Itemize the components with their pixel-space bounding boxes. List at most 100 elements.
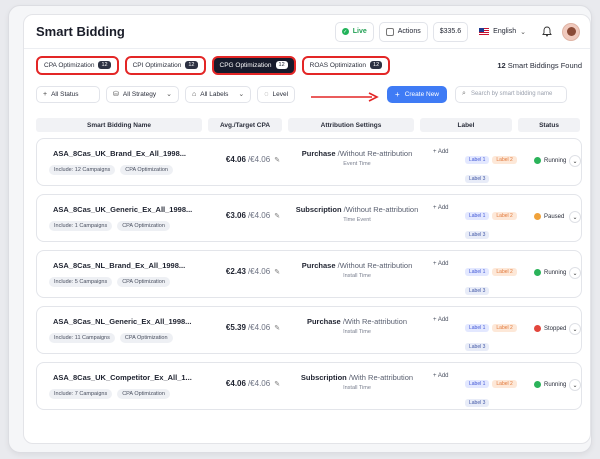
actions-button[interactable]: Actions bbox=[378, 21, 428, 42]
attribution-event: Purchase bbox=[301, 149, 336, 158]
target-cpa: /€4.06 bbox=[247, 155, 271, 164]
status-badge: Running bbox=[534, 157, 566, 164]
tab-label: CPI Optimization bbox=[132, 61, 182, 69]
strategy-chip: CPA Optimization bbox=[117, 277, 170, 287]
table-row[interactable]: ASA_8Cas_NL_Generic_Ex_All_1998... Inclu… bbox=[36, 306, 582, 354]
avatar[interactable] bbox=[562, 22, 580, 41]
label-badge: Label 1 bbox=[465, 212, 490, 220]
labels-filter[interactable]: ⌂ All Labels ⌄ bbox=[185, 85, 252, 103]
add-label-button[interactable]: + Add bbox=[433, 373, 449, 379]
column-header[interactable]: Status bbox=[518, 118, 580, 132]
cpa-cell: €3.06 /€4.06 ✎ bbox=[215, 211, 291, 220]
row-chips: Include: 7 Campaigns CPA Optimization bbox=[49, 389, 175, 399]
label-badge: Label 3 bbox=[465, 287, 490, 295]
search-input[interactable]: ⌕ Search by smart bidding name bbox=[455, 85, 568, 103]
expand-chevron-icon[interactable]: ⌄ bbox=[569, 323, 581, 335]
bidding-name[interactable]: ASA_8Cas_NL_Brand_Ex_All_1998... bbox=[53, 261, 185, 270]
labels-cell: Label 1 Label 2 Label 3 bbox=[465, 148, 525, 186]
actions-icon bbox=[385, 27, 394, 36]
status-label: Running bbox=[544, 269, 567, 276]
tab-cpi-optimization[interactable]: CPI Optimization 12 bbox=[124, 55, 206, 75]
tab-label: CPA Optimization bbox=[44, 61, 95, 69]
live-toggle[interactable]: ✓ Live bbox=[334, 21, 374, 42]
add-label-button[interactable]: + Add bbox=[433, 205, 449, 211]
edit-pencil-icon[interactable]: ✎ bbox=[274, 268, 280, 276]
tab-count-badge: 12 bbox=[98, 61, 111, 69]
cpa-cell: €4.06 /€4.06 ✎ bbox=[215, 155, 291, 164]
bidding-name[interactable]: ASA_8Cas_UK_Competitor_Ex_All_1... bbox=[53, 373, 192, 382]
tab-count-badge: 12 bbox=[275, 61, 288, 69]
status-label: Running bbox=[544, 157, 567, 164]
create-new-button[interactable]: + Create New bbox=[387, 85, 448, 103]
tab-roas-optimization[interactable]: ROAS Optimization 12 bbox=[301, 55, 391, 75]
strategy-chip: CPA Optimization bbox=[119, 333, 173, 343]
avg-cpa: €5.39 bbox=[225, 323, 246, 332]
search-icon: ⌕ bbox=[462, 90, 466, 97]
tab-count-badge: 12 bbox=[370, 61, 383, 69]
status-dot-icon bbox=[534, 157, 541, 164]
language-select[interactable]: English ⌄ bbox=[473, 21, 532, 42]
table-row[interactable]: ASA_8Cas_UK_Generic_Ex_All_1998... Inclu… bbox=[36, 194, 582, 242]
column-header[interactable]: Attribution Settings bbox=[288, 118, 414, 132]
level-icon: ◌ bbox=[264, 90, 269, 98]
status-filter[interactable]: + All Status bbox=[36, 85, 100, 103]
attribution-time: Install Time bbox=[343, 385, 371, 391]
edit-pencil-icon[interactable]: ✎ bbox=[274, 324, 280, 332]
expand-chevron-icon[interactable]: ⌄ bbox=[569, 155, 581, 167]
label-badge: Label 3 bbox=[465, 231, 490, 239]
create-new-label: Create New bbox=[404, 90, 440, 98]
level-filter-label: Level bbox=[272, 90, 289, 98]
expand-chevron-icon[interactable]: ⌄ bbox=[569, 211, 581, 223]
label-badge: Label 2 bbox=[492, 380, 517, 388]
results-count-number: 12 bbox=[497, 60, 506, 70]
status-dot-icon bbox=[534, 325, 541, 332]
labels-cell: Label 1 Label 2 Label 3 bbox=[465, 204, 525, 242]
label-badge: Label 3 bbox=[465, 175, 490, 183]
bidding-name[interactable]: ASA_8Cas_UK_Brand_Ex_All_1998... bbox=[53, 149, 186, 158]
strategy-chip: CPA Optimization bbox=[117, 221, 170, 231]
label-badge: Label 2 bbox=[492, 324, 517, 332]
chevron-down-icon: ⌄ bbox=[238, 91, 245, 98]
avg-cpa: €3.06 bbox=[225, 211, 246, 220]
add-label-button[interactable]: + Add bbox=[433, 317, 449, 323]
add-label-button[interactable]: + Add bbox=[433, 149, 449, 155]
status-label: Stopped bbox=[544, 325, 567, 332]
attribution-time: Install Time bbox=[343, 329, 371, 335]
expand-chevron-icon[interactable]: ⌄ bbox=[569, 267, 581, 279]
column-header[interactable]: Smart Bidding Name bbox=[36, 118, 202, 132]
bidding-name[interactable]: ASA_8Cas_NL_Generic_Ex_All_1998... bbox=[53, 317, 191, 326]
column-header[interactable]: Label bbox=[420, 118, 512, 132]
edit-pencil-icon[interactable]: ✎ bbox=[274, 212, 280, 220]
table-row[interactable]: ASA_8Cas_UK_Brand_Ex_All_1998... Include… bbox=[36, 138, 582, 186]
tab-label: ROAS Optimization bbox=[309, 61, 367, 69]
live-label: Live bbox=[352, 28, 367, 35]
edit-pencil-icon[interactable]: ✎ bbox=[274, 380, 280, 388]
table-row[interactable]: ASA_8Cas_UK_Competitor_Ex_All_1... Inclu… bbox=[36, 362, 582, 410]
language-label: English bbox=[493, 28, 517, 35]
tab-cpg-optimization[interactable]: CPG Optimization 12 bbox=[211, 55, 296, 75]
labels-filter-label: All Labels bbox=[200, 90, 229, 98]
filter-bar: + All Status ⛁ All Strategy ⌄ ⌂ All Labe… bbox=[36, 83, 582, 105]
page-header: Smart Bidding ✓ Live Actions $335.6 Engl… bbox=[24, 15, 590, 49]
add-label-button[interactable]: + Add bbox=[433, 261, 449, 267]
bidding-name[interactable]: ASA_8Cas_UK_Generic_Ex_All_1998... bbox=[53, 205, 192, 214]
bell-icon[interactable] bbox=[540, 25, 554, 39]
expand-chevron-icon[interactable]: ⌄ bbox=[569, 379, 581, 391]
strategy-chip: CPA Optimization bbox=[120, 165, 173, 175]
strategy-filter[interactable]: ⛁ All Strategy ⌄ bbox=[106, 85, 179, 103]
status-label: Paused bbox=[544, 213, 565, 220]
edit-pencil-icon[interactable]: ✎ bbox=[274, 156, 280, 164]
table-row[interactable]: ASA_8Cas_NL_Brand_Ex_All_1998... Include… bbox=[36, 250, 582, 298]
attribution-mode: /Without Re-attribution bbox=[343, 205, 419, 214]
include-chip: Include: 11 Campaigns bbox=[49, 333, 115, 343]
tab-cpa-optimization[interactable]: CPA Optimization 12 bbox=[36, 55, 119, 75]
level-filter[interactable]: ◌ Level bbox=[257, 85, 296, 103]
column-header[interactable]: Avg./Target CPA bbox=[208, 118, 282, 132]
include-chip: Include: 7 Campaigns bbox=[49, 389, 113, 399]
label-badge: Label 3 bbox=[465, 343, 490, 351]
label-badge: Label 3 bbox=[465, 399, 490, 407]
target-cpa: /€4.06 bbox=[247, 379, 271, 388]
row-chips: Include: 1 Campaigns CPA Optimization bbox=[49, 221, 175, 231]
strategy-icon: ⛁ bbox=[113, 91, 119, 98]
uk-flag-icon bbox=[479, 28, 490, 35]
